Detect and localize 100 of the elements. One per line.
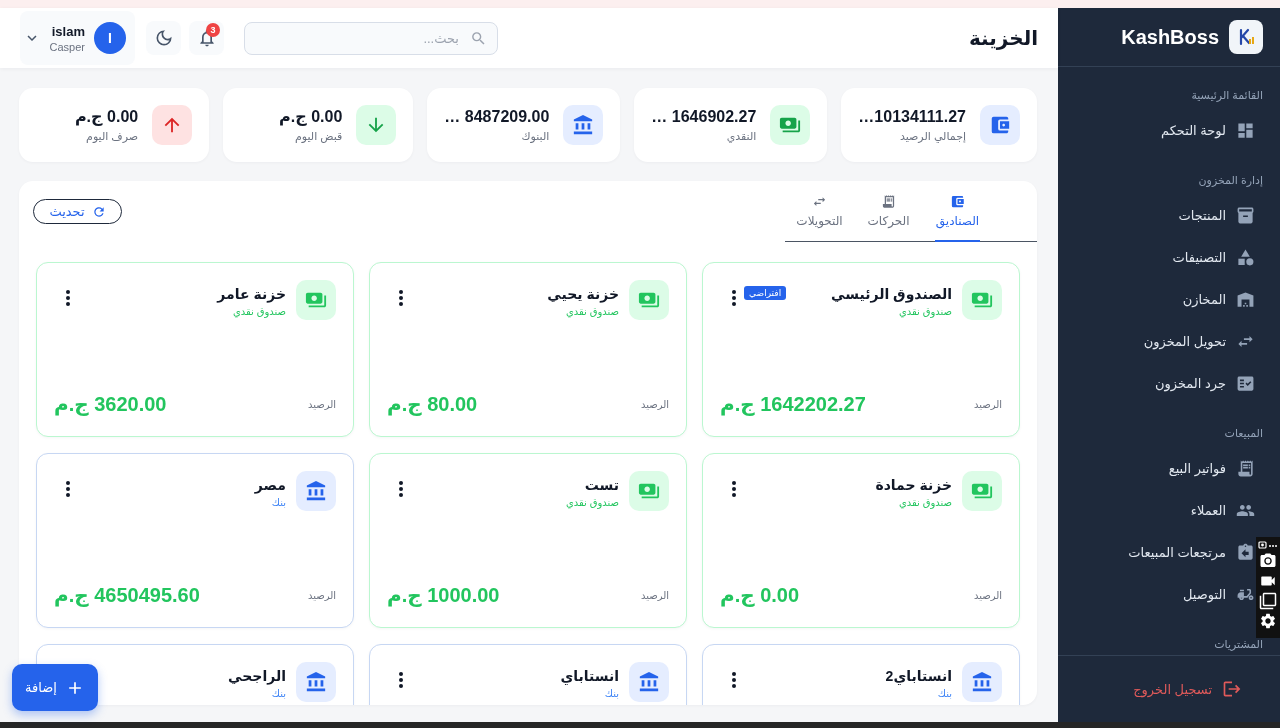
bank-icon <box>962 662 1002 702</box>
account-name: انستاباي <box>560 668 619 684</box>
more-options-button[interactable] <box>66 290 70 306</box>
receipt-icon <box>881 194 896 209</box>
more-vertical-icon <box>66 481 70 497</box>
sidebar-item[interactable]: العملاء <box>1190 489 1255 531</box>
section-heading: المشتريات <box>1214 637 1263 651</box>
sidebar-item[interactable]: التوصيل <box>1182 573 1255 615</box>
sidebar-item[interactable]: فواتير البيع <box>1168 447 1255 489</box>
refresh-icon <box>91 204 106 219</box>
section-heading: المبيعات <box>1224 426 1263 440</box>
logout-icon <box>1222 679 1242 699</box>
more-vertical-icon <box>732 481 736 497</box>
account-name: مصر <box>254 477 286 493</box>
refresh-button[interactable]: تحديث <box>33 199 122 224</box>
receipt-icon <box>1236 458 1255 478</box>
page-title: الخزينة <box>968 26 1038 50</box>
account-name: تست <box>584 477 619 493</box>
tab[interactable]: الصناديق <box>923 181 992 241</box>
balance-amount: 1000.00 ج.م <box>387 583 500 607</box>
stacked-windows-icon[interactable] <box>1259 592 1277 610</box>
more-vertical-icon <box>399 672 403 688</box>
balance-label: الرصيد <box>640 589 669 601</box>
account-type: بنك <box>937 688 952 699</box>
settings-icon[interactable] <box>1259 612 1277 630</box>
sidebar-item[interactable]: المنتجات <box>1178 194 1255 236</box>
checklist-icon <box>1236 373 1255 393</box>
stat-value: 1646902.27 … <box>651 107 757 126</box>
search-field[interactable]: بحث... <box>244 21 498 55</box>
balance-label: الرصيد <box>307 589 336 601</box>
balance-label: الرصيد <box>307 398 336 410</box>
banknotes-icon <box>629 280 669 320</box>
more-options-button[interactable] <box>399 672 403 688</box>
camera-dots-icon[interactable] <box>1258 540 1278 550</box>
bank-icon <box>563 105 604 145</box>
wallet-icon <box>980 105 1020 145</box>
account-name: انستاباي2 <box>885 668 952 684</box>
account-type: صندوق نقدي <box>565 306 619 317</box>
account-name: خزنة عامر <box>217 286 286 302</box>
stat-value: 10134111.27… <box>858 107 966 126</box>
account-type: بنك <box>604 688 619 699</box>
sidebar-item[interactable]: تحويل المخزون <box>1143 320 1255 362</box>
account-type: صندوق نقدي <box>232 306 286 317</box>
banknotes-icon <box>962 471 1002 511</box>
banknotes-icon <box>629 471 669 511</box>
stat-label: البنوك <box>521 129 550 143</box>
sidebar-item[interactable]: لوحة التحكم <box>1161 109 1255 151</box>
sidebar-item[interactable]: المخازن <box>1182 278 1255 320</box>
notifications-button[interactable]: 3 <box>189 21 224 55</box>
balance-amount: 0.00 ج.م <box>720 583 800 607</box>
tab[interactable]: الحركات <box>854 181 923 241</box>
balance-amount: 1642202.27 ج.م <box>720 392 866 416</box>
balance-amount: 4650495.60 ج.م <box>54 583 200 607</box>
stat-label: النقدي <box>726 129 757 143</box>
sidebar-item[interactable]: جرد المخزون <box>1154 362 1255 404</box>
balance-label: الرصيد <box>973 398 1002 410</box>
balance-amount: 80.00 ج.م <box>387 392 478 416</box>
more-options-button[interactable] <box>399 290 403 306</box>
balance-amount: 3620.00 ج.م <box>54 392 167 416</box>
more-options-button[interactable] <box>732 672 736 688</box>
clipboard-arrow-icon <box>1236 542 1255 562</box>
bank-icon <box>296 471 336 511</box>
account-type: صندوق نقدي <box>898 497 952 508</box>
stat-label: إجمالي الرصيد <box>899 129 966 143</box>
more-vertical-icon <box>399 481 403 497</box>
bank-icon <box>629 662 669 702</box>
sidebar-item[interactable]: مرتجعات المبيعات <box>1128 531 1255 573</box>
sidebar-item[interactable]: التصنيفات <box>1172 236 1255 278</box>
arrow-down-icon <box>356 105 397 145</box>
more-options-button[interactable] <box>66 481 70 497</box>
balance-label: الرصيد <box>973 589 1002 601</box>
more-options-button[interactable] <box>732 481 736 497</box>
section-heading: القائمة الرئيسية <box>1191 88 1263 102</box>
user-avatar: I <box>94 22 126 54</box>
default-badge: افتراضي <box>744 286 787 300</box>
account-name: الصندوق الرئيسي <box>831 286 952 302</box>
stat-value: 0.00 ج.م <box>279 107 343 126</box>
more-vertical-icon <box>732 672 736 688</box>
dark-mode-button[interactable] <box>146 21 181 55</box>
brand-name: KashBoss <box>1121 25 1219 49</box>
logo-icon <box>1229 20 1263 54</box>
bank-icon <box>296 662 336 702</box>
grid-icon <box>1236 120 1255 140</box>
account-name: الراجحي <box>228 668 286 684</box>
more-vertical-icon <box>732 290 736 306</box>
banknotes-icon <box>770 105 811 145</box>
user-role: Casper <box>49 40 85 53</box>
notification-count: 3 <box>206 23 220 37</box>
logout-button[interactable]: تسجيل الخروج <box>1133 675 1242 703</box>
account-name: خزنة يحيي <box>547 286 619 302</box>
account-type: بنك <box>271 497 286 508</box>
account-type: بنك <box>271 688 286 699</box>
user-name: islam <box>51 23 85 39</box>
camera-icon[interactable] <box>1259 552 1277 570</box>
add-button[interactable]: إضافة <box>12 664 98 711</box>
tab[interactable]: التحويلات <box>785 181 854 241</box>
balance-label: الرصيد <box>640 398 669 410</box>
banknotes-icon <box>296 280 336 320</box>
more-options-button[interactable] <box>399 481 403 497</box>
more-options-button[interactable] <box>732 290 736 306</box>
